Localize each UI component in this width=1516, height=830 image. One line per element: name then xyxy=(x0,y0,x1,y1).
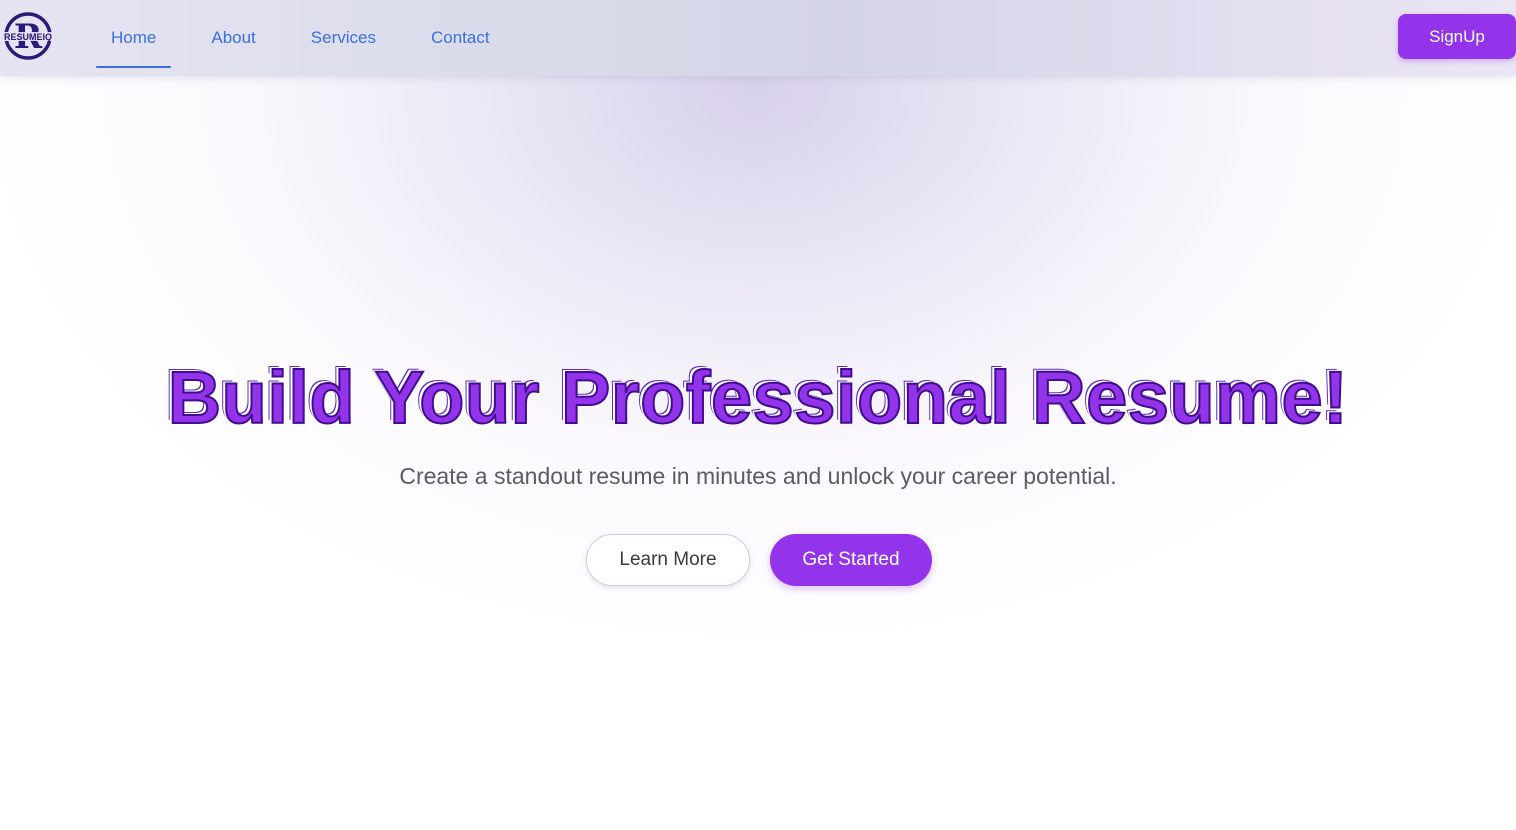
main-nav: Home About Services Contact xyxy=(96,0,530,76)
hero-title: Build Your Professional Resume! xyxy=(167,355,1349,440)
hero-actions: Learn More Get Started xyxy=(0,534,1516,586)
logo-text: RESUMEIQ xyxy=(4,32,52,42)
learn-more-button[interactable]: Learn More xyxy=(586,534,750,586)
nav-about-link[interactable]: About xyxy=(196,8,270,68)
landing-page: R RESUMEIQ Home About Services Contact S… xyxy=(0,0,1516,830)
get-started-button[interactable]: Get Started xyxy=(770,534,932,586)
navbar: R RESUMEIQ Home About Services Contact S… xyxy=(0,0,1516,76)
signup-button[interactable]: SignUp xyxy=(1398,14,1516,59)
nav-services-link[interactable]: Services xyxy=(296,8,391,68)
nav-contact-link[interactable]: Contact xyxy=(416,8,505,68)
hero-subtitle: Create a standout resume in minutes and … xyxy=(399,463,1117,489)
nav-home-link[interactable]: Home xyxy=(96,8,172,68)
resumeiq-logo-icon[interactable]: R RESUMEIQ xyxy=(2,12,54,60)
hero-section: Build Your Professional Resume! Create a… xyxy=(0,350,1516,586)
